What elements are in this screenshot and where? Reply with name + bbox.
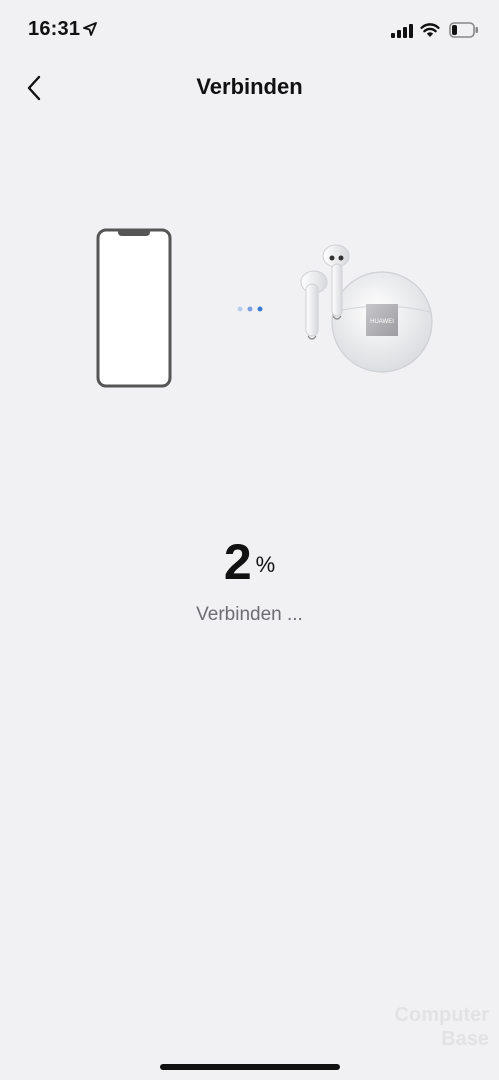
watermark-line-2: Base [441, 1028, 489, 1050]
phone-outline-icon [96, 228, 172, 388]
connecting-dots-icon [237, 306, 263, 312]
brand-logo-text: HUAWEI [370, 319, 394, 325]
progress-value: 2 [223, 534, 252, 590]
progress-unit: % [255, 552, 276, 577]
watermark-line-1: Computer [394, 1004, 489, 1026]
earbuds-case-image: HUAWEI [300, 244, 433, 373]
battery-icon [449, 22, 478, 38]
status-bar: 16:31 [0, 0, 499, 60]
home-indicator[interactable] [160, 1064, 340, 1070]
wifi-icon [420, 23, 440, 37]
status-time: 16:31 [28, 18, 81, 40]
pairing-illustration: HUAWEI [0, 200, 499, 420]
location-arrow-icon [83, 22, 97, 36]
page-title: Verbinden [196, 74, 303, 99]
connection-status-text: Verbinden ... [196, 604, 303, 625]
navigation-bar: Verbinden [0, 60, 499, 116]
cellular-signal-icon [391, 24, 413, 38]
connection-progress: 2 % Verbinden ... [0, 530, 499, 626]
computerbase-watermark: Computer Base [379, 1000, 489, 1060]
